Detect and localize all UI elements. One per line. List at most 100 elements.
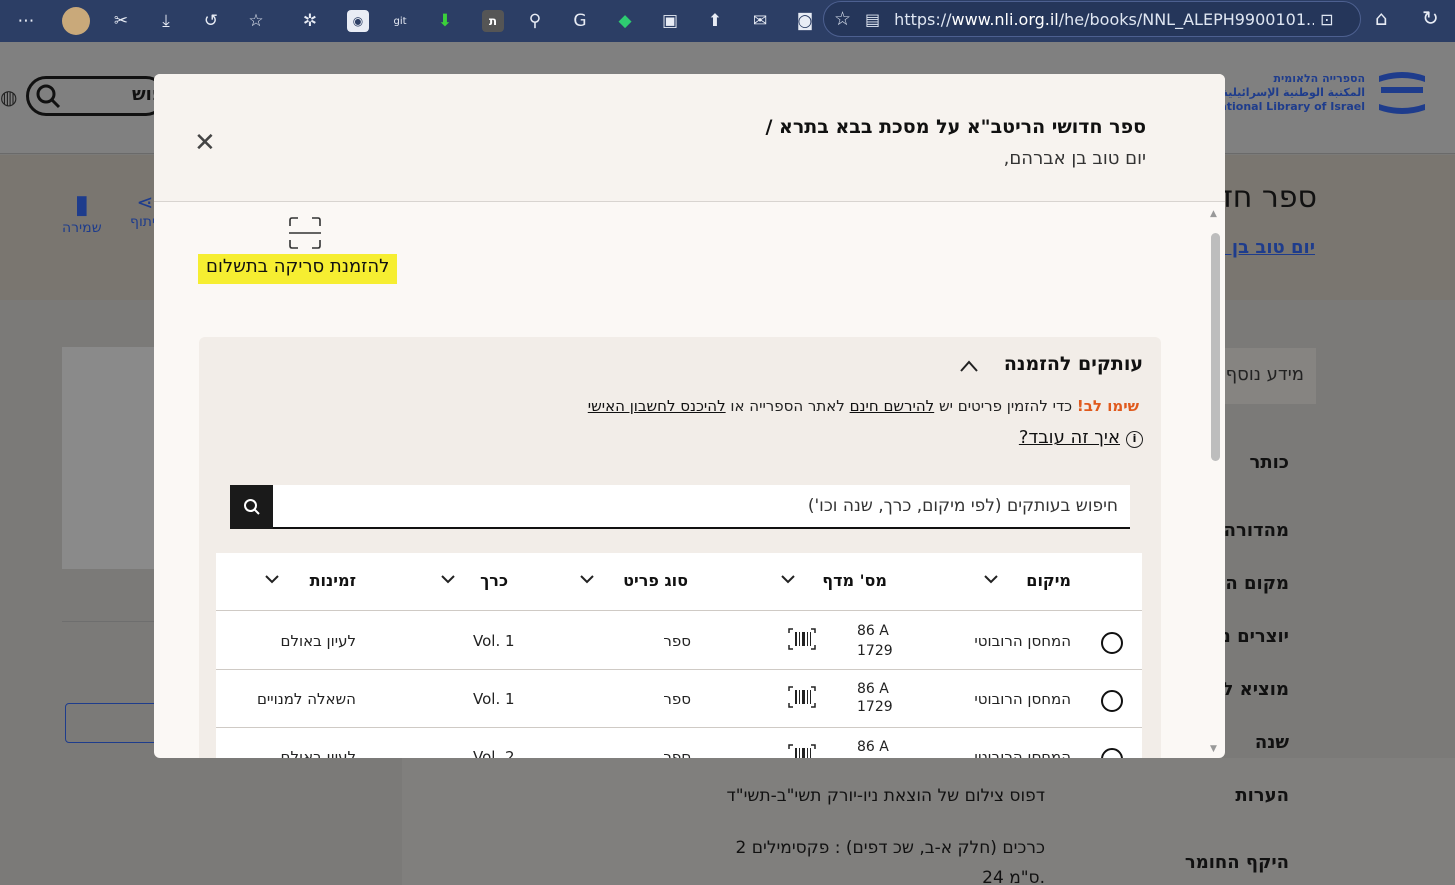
favorites-icon[interactable]: ☆ — [242, 7, 270, 35]
address-bar[interactable]: ☆ ▤ https://www.nli.org.il/he/books/NNL_… — [823, 1, 1361, 37]
row-shelf-1: 86 A — [857, 681, 889, 697]
tracking-icon[interactable]: ⊡ — [1320, 10, 1333, 29]
info-icon: i — [1126, 431, 1143, 448]
history-icon[interactable]: ↺ — [197, 7, 225, 35]
bookmark-icon: ▮ — [74, 190, 89, 220]
profile-avatar[interactable] — [62, 7, 90, 35]
search-button[interactable] — [230, 485, 273, 529]
gitzip-icon[interactable]: git — [386, 7, 414, 35]
how-it-works-link[interactable]: i איך זה עובד? — [1019, 427, 1143, 448]
row-radio[interactable] — [1101, 748, 1123, 758]
column-location[interactable]: מיקום — [1026, 571, 1071, 590]
row-location: המחסן הרובוטי — [974, 632, 1071, 650]
logo-hebrew: הספרייה הלאומית — [1273, 72, 1365, 85]
holdings-table: מיקום מס' מדף סוג פריט כרך זמינות המחסן … — [216, 553, 1142, 758]
holdings-title[interactable]: עותקים להזמנה — [1004, 353, 1143, 375]
scroll-up-icon[interactable]: ▲ — [1210, 209, 1217, 219]
translate-icon[interactable]: G — [566, 7, 594, 35]
holdings-search-input[interactable] — [273, 485, 1130, 527]
login-notice: שימו לב! כדי להזמין פריטים יש להירשם חינ… — [588, 397, 1139, 415]
search-icon — [243, 499, 260, 515]
register-link[interactable]: להירשם חינם — [850, 397, 935, 415]
mail-icon[interactable]: ✉ — [746, 7, 774, 35]
column-availability[interactable]: זמינות — [310, 571, 356, 590]
row-location: המחסן הרובוטי — [974, 748, 1071, 758]
order-scan-link[interactable]: להזמנת סריקה בתשלום — [198, 254, 398, 284]
save-action[interactable]: ▮ שמירה — [62, 190, 102, 236]
info-tab[interactable]: מידע נוסף — [1224, 348, 1316, 404]
table-row[interactable]: המחסן הרובוטי 86 A 1729 ספר Vol. 1 לעיון… — [216, 612, 1142, 670]
extensions-icon[interactable]: ✲ — [296, 7, 324, 35]
modal-body: להזמנת סריקה בתשלום ▲ ▼ עותקים להזמנה שי… — [154, 203, 1225, 758]
field-edition: מהדורה — [1223, 520, 1289, 541]
row-item-type: ספר — [663, 632, 691, 650]
row-radio[interactable] — [1101, 632, 1123, 654]
downloads-icon[interactable]: ⤓ — [152, 7, 180, 35]
column-shelf[interactable]: מס' מדף — [822, 571, 887, 590]
more-icon[interactable]: ⋯ — [12, 7, 40, 35]
login-link[interactable]: להיכנס לחשבון האישי — [588, 397, 726, 415]
row-shelf-1: 86 A — [857, 739, 889, 755]
table-row[interactable]: המחסן הרובוטי 86 A 1729 ספר Vol. 1 השאלה… — [216, 670, 1142, 728]
row-location: המחסן הרובוטי — [974, 690, 1071, 708]
row-availability: השאלה למנויים — [256, 690, 356, 708]
chevron-down-icon[interactable] — [983, 574, 999, 584]
notice-warning: שימו לב! — [1076, 397, 1139, 415]
column-item-type[interactable]: סוג פריט — [623, 571, 688, 590]
barcode-icon[interactable] — [788, 628, 816, 650]
field-notes: הערות — [1235, 785, 1289, 806]
outline-button[interactable] — [65, 703, 165, 743]
magnifier-icon[interactable]: ⚲ — [521, 7, 549, 35]
table-row[interactable]: המחסן הרובוטי 86 A 1729 ספר Vol. 2 לעיון… — [216, 728, 1142, 758]
chevron-down-icon[interactable] — [780, 574, 796, 584]
logo-arabic: المكتبة الوطنية الإسرائيلية — [1221, 86, 1365, 99]
extent-value: 2 כרכים (חלק א-ב, שכ דפים) : פקסימילים — [735, 838, 1045, 858]
chevron-down-icon[interactable] — [264, 574, 280, 584]
field-title: כותר — [1249, 452, 1289, 473]
barcode-icon[interactable] — [788, 744, 816, 758]
info-tab-label: מידע נוסף — [1225, 364, 1304, 385]
row-availability: לעיון באולם — [280, 748, 356, 758]
row-shelf-2: 1729 — [857, 643, 893, 659]
globe-icon[interactable]: ◍ — [0, 85, 17, 109]
column-volume[interactable]: כרך — [480, 571, 508, 590]
row-item-type: ספר — [663, 690, 691, 708]
notice-text-2: לאתר הספרייה או — [730, 397, 845, 415]
scroll-down-icon[interactable]: ▼ — [1210, 744, 1217, 754]
dictionary-icon[interactable]: ת — [482, 10, 504, 32]
field-extent: היקף החומר — [1184, 852, 1289, 873]
sync-icon[interactable]: ◆ — [611, 7, 639, 35]
url-text[interactable]: https://www.nli.org.il/he/books/NNL_ALEP… — [894, 10, 1314, 29]
save-icon[interactable]: ▣ — [656, 7, 684, 35]
row-item-type: ספר — [663, 748, 691, 758]
scroll-thumb[interactable] — [1211, 233, 1220, 461]
modal-scrollbar[interactable]: ▲ ▼ — [1210, 209, 1220, 754]
download-arrow-icon[interactable]: ⬇ — [431, 7, 459, 35]
modal-title: ספר חדושי הריטב"א על מסכת בבא בתרא / — [765, 116, 1146, 138]
home-icon[interactable]: ⌂ — [1375, 6, 1388, 30]
row-volume: Vol. 2 — [473, 748, 515, 758]
refresh-icon[interactable]: ↻ — [1422, 6, 1439, 30]
star-icon[interactable]: ☆ — [834, 8, 851, 30]
modal-subtitle: יום טוב בן אברהם, — [1003, 148, 1146, 169]
notes-value: דפוס צילום של הוצאת ניו-יורק תשי"ב-תשי"ד — [726, 786, 1046, 806]
upload-icon[interactable]: ⬆ — [701, 7, 729, 35]
chevron-down-icon[interactable] — [579, 574, 595, 584]
chevron-up-icon[interactable] — [959, 359, 979, 373]
holdings-search — [230, 485, 1130, 529]
barcode-icon[interactable] — [788, 686, 816, 708]
row-volume: Vol. 1 — [473, 632, 515, 650]
extension-icon[interactable]: ◉ — [347, 10, 369, 32]
row-radio[interactable] — [1101, 690, 1123, 712]
how-it-works-label: איך זה עובד? — [1018, 427, 1120, 448]
camera-icon[interactable]: ◙ — [791, 7, 819, 35]
save-action-label: שמירה — [62, 220, 102, 236]
row-availability: לעיון באולם — [280, 632, 356, 650]
chevron-down-icon[interactable] — [440, 574, 456, 584]
table-header: מיקום מס' מדף סוג פריט כרך זמינות — [216, 553, 1142, 611]
nli-logo[interactable]: הספרייה הלאומית المكتبة الوطنية الإسرائي… — [1210, 70, 1427, 116]
screenshot-icon[interactable]: ✂ — [107, 7, 135, 35]
row-shelf-2: 1729 — [857, 699, 893, 715]
scan-icon[interactable] — [288, 216, 322, 250]
close-icon[interactable]: ✕ — [194, 128, 216, 158]
